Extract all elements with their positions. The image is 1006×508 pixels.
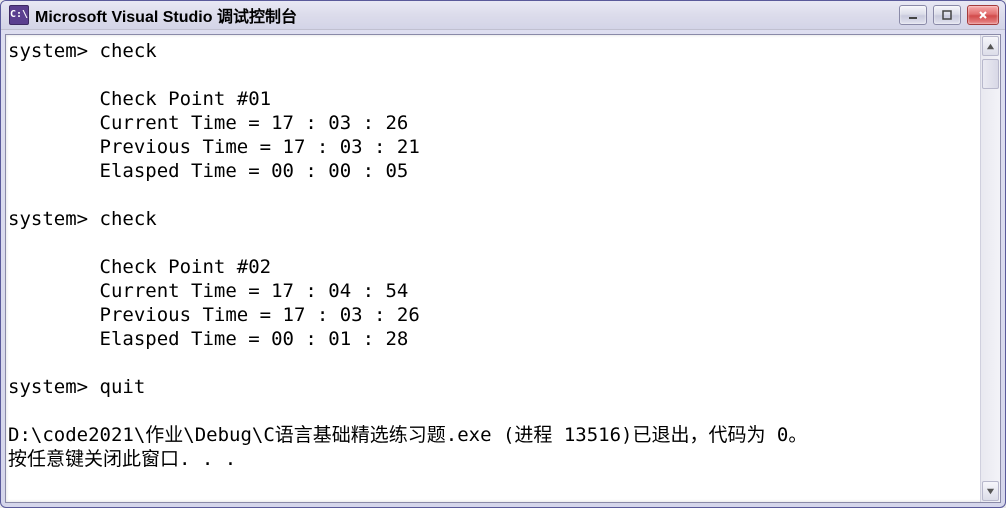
close-button[interactable] <box>967 5 999 25</box>
scroll-down-button[interactable] <box>982 481 999 501</box>
maximize-icon <box>941 9 953 21</box>
scroll-track[interactable] <box>982 57 999 480</box>
client-area: system> check Check Point #01 Current Ti… <box>5 34 1001 503</box>
window-title: Microsoft Visual Studio 调试控制台 <box>35 3 891 27</box>
scroll-thumb[interactable] <box>982 59 999 89</box>
chevron-up-icon <box>986 42 995 51</box>
scroll-up-button[interactable] <box>982 36 999 56</box>
app-icon: C:\ <box>9 5 29 25</box>
vertical-scrollbar[interactable] <box>980 35 1000 502</box>
window-buttons <box>899 5 999 25</box>
close-icon <box>977 9 989 21</box>
titlebar[interactable]: C:\ Microsoft Visual Studio 调试控制台 <box>1 1 1005 30</box>
minimize-button[interactable] <box>899 5 927 25</box>
console-output[interactable]: system> check Check Point #01 Current Ti… <box>6 35 980 502</box>
minimize-icon <box>907 9 919 21</box>
chevron-down-icon <box>986 487 995 496</box>
maximize-button[interactable] <box>933 5 961 25</box>
console-window: C:\ Microsoft Visual Studio 调试控制台 s <box>0 0 1006 508</box>
